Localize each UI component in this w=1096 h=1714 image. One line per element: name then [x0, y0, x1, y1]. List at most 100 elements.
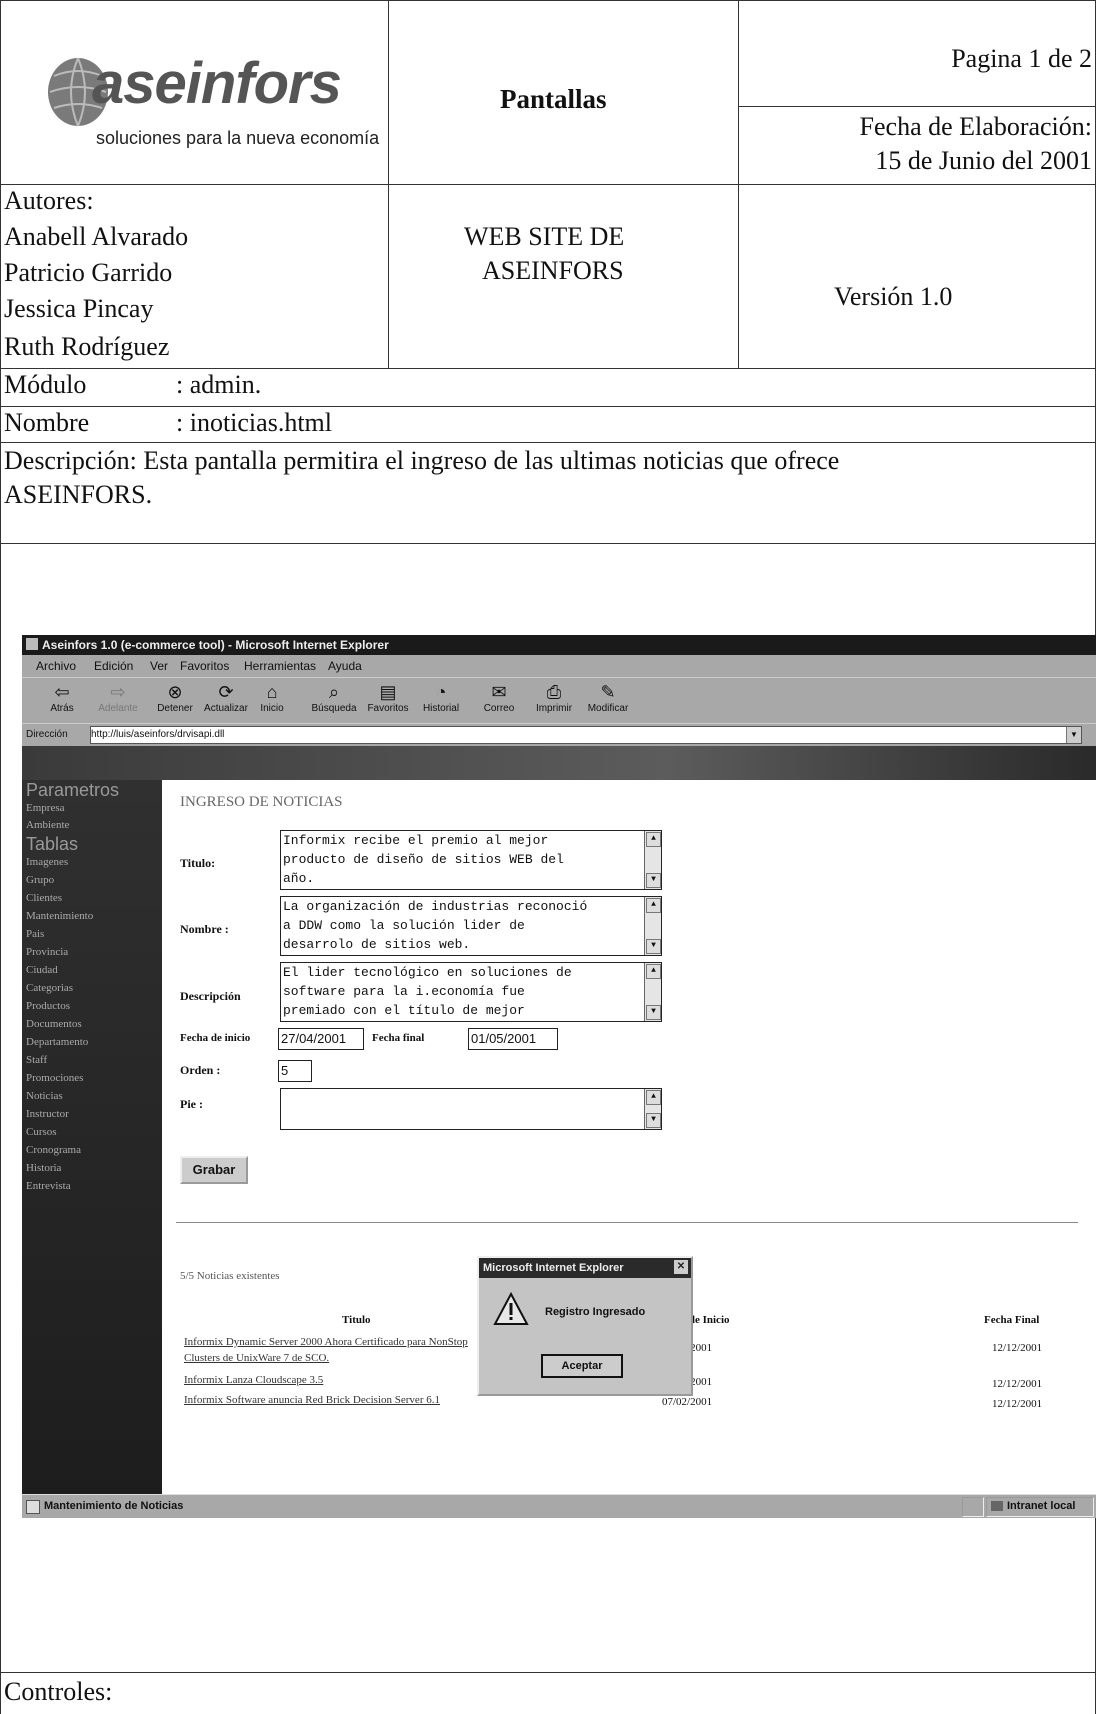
close-icon[interactable]: ✕ [674, 1260, 688, 1274]
sidebar-item[interactable]: Ciudad [26, 964, 58, 976]
scroll-up-icon[interactable]: ▲ [646, 832, 661, 847]
scroll-down-icon[interactable]: ▼ [646, 939, 661, 954]
sidebar-item[interactable]: Empresa [26, 802, 64, 814]
news-link[interactable]: Informix Dynamic Server 2000 Ahora Certi… [184, 1336, 468, 1348]
sidebar-item[interactable]: Pais [26, 928, 44, 940]
news-link[interactable]: Informix Lanza Cloudscape 3.5 [184, 1374, 323, 1386]
history-button[interactable]: ◔ Historial [416, 681, 466, 714]
print-button[interactable]: ⎙ Imprimir [532, 681, 576, 714]
search-label: Búsqueda [311, 703, 357, 714]
search-button[interactable]: ⌕ Búsqueda [308, 681, 360, 714]
sidebar-item[interactable]: Grupo [26, 874, 54, 886]
back-button[interactable]: ⇦ Atrás [42, 681, 82, 714]
sidebar-item[interactable]: Cursos [26, 1126, 57, 1138]
scroll-up-icon[interactable]: ▲ [646, 1090, 661, 1105]
sidebar-item[interactable]: Instructor [26, 1108, 69, 1120]
name-value: : inoticias.html [176, 408, 332, 437]
scrollbar[interactable]: ▲ ▼ [644, 1089, 661, 1129]
menu-herramientas[interactable]: Herramientas [244, 659, 316, 673]
scroll-down-icon[interactable]: ▼ [646, 873, 661, 888]
sidebar-item[interactable]: Clientes [26, 892, 62, 904]
titulo-value: Informix recibe el premio al mejor produ… [283, 833, 564, 886]
project-title-line2: ASEINFORS [482, 256, 624, 285]
intranet-icon [991, 1501, 1003, 1511]
grabar-button[interactable]: Grabar [180, 1156, 248, 1184]
logo-tagline: soluciones para la nueva economía [96, 128, 380, 148]
page-info: Pagina 1 de 2 [951, 44, 1092, 73]
sidebar-item[interactable]: Historia [26, 1162, 61, 1174]
scrollbar[interactable]: ▲ ▼ [644, 831, 661, 889]
row-divider-screen [0, 543, 1096, 544]
row-divider-authors [0, 184, 1096, 185]
edit-button[interactable]: ✎ Modificar [582, 681, 634, 714]
address-input[interactable]: http://luis/aseinfors/drvisapi.dll ▼ [90, 726, 1082, 744]
sidebar: Parametros Empresa Ambiente Tablas Image… [22, 780, 162, 1494]
row-divider-controls [0, 1672, 1096, 1673]
titulo-textarea[interactable]: Informix recibe el premio al mejor produ… [280, 830, 662, 890]
menu-ayuda[interactable]: Ayuda [328, 659, 362, 673]
forward-arrow-icon: ⇨ [110, 682, 126, 702]
sidebar-item[interactable]: Cronograma [26, 1144, 81, 1156]
sidebar-item[interactable]: Categorias [26, 982, 73, 994]
news-link[interactable]: Informix Software anuncia Red Brick Deci… [184, 1394, 440, 1406]
refresh-button[interactable]: ⟳ Actualizar [200, 681, 252, 714]
scrollbar[interactable]: ▲ ▼ [644, 897, 661, 955]
alert-dialog: Microsoft Internet Explorer ✕ Registro I… [477, 1256, 693, 1396]
row-divider-name [0, 406, 1096, 407]
nombre-textarea[interactable]: La organización de industrias reconoció … [280, 896, 662, 956]
sidebar-item[interactable]: Promociones [26, 1072, 83, 1084]
descripcion-textarea[interactable]: El lider tecnológico en soluciones de so… [280, 962, 662, 1022]
menu-archivo[interactable]: Archivo [36, 659, 76, 673]
form-heading: INGRESO DE NOTICIAS [180, 794, 343, 810]
sidebar-item[interactable]: Noticias [26, 1090, 63, 1102]
menu-ver[interactable]: Ver [150, 659, 168, 673]
chevron-down-icon[interactable]: ▼ [1066, 727, 1081, 743]
dialog-message: Registro Ingresado [545, 1306, 646, 1318]
document-page: aseinfors soluciones para la nueva econo… [0, 0, 1096, 1714]
favorites-button[interactable]: ▤ Favoritos [362, 681, 414, 714]
fecha-inicio-label: Fecha de inicio [180, 1032, 251, 1044]
date-value: 15 de Junio del 2001 [875, 146, 1092, 175]
pie-label: Pie : [180, 1097, 203, 1111]
edit-icon: ✎ [600, 682, 616, 702]
sidebar-item[interactable]: Imagenes [26, 856, 68, 868]
home-button[interactable]: ⌂ Inicio [252, 681, 292, 714]
forward-button[interactable]: ⇨ Adelante [94, 681, 142, 714]
print-label: Imprimir [535, 703, 573, 714]
mail-button[interactable]: ✉ Correo [478, 681, 520, 714]
menu-favoritos[interactable]: Favoritos [180, 659, 229, 673]
controls-label: Controles: [4, 1677, 113, 1706]
aceptar-button[interactable]: Aceptar [541, 1354, 623, 1378]
news-link-continued[interactable]: Clusters de UnixWare 7 de SCO. [184, 1352, 329, 1364]
refresh-icon: ⟳ [218, 682, 234, 702]
scroll-down-icon[interactable]: ▼ [646, 1113, 661, 1128]
sidebar-item[interactable]: Documentos [26, 1018, 82, 1030]
pie-textarea[interactable]: ▲ ▼ [280, 1088, 662, 1130]
sidebar-item[interactable]: Departamento [26, 1036, 88, 1048]
sidebar-item[interactable]: Mantenimiento [26, 910, 93, 922]
sidebar-item[interactable]: Ambiente [26, 819, 69, 831]
mail-label: Correo [483, 703, 515, 714]
sidebar-item[interactable]: Entrevista [26, 1180, 71, 1192]
scroll-up-icon[interactable]: ▲ [646, 898, 661, 913]
menu-edicion[interactable]: Edición [94, 659, 133, 673]
module-value: : admin. [176, 370, 262, 399]
fecha-final-input[interactable]: 01/05/2001 [468, 1028, 558, 1050]
column-header-fecha-final: Fecha Final [984, 1314, 1040, 1326]
author-name: Ruth Rodríguez [4, 332, 170, 361]
scroll-up-icon[interactable]: ▲ [646, 964, 661, 979]
sidebar-item[interactable]: Provincia [26, 946, 68, 958]
dialog-titlebar: Microsoft Internet Explorer ✕ [479, 1258, 691, 1278]
end-date: 12/12/2001 [992, 1378, 1043, 1390]
status-text: Mantenimiento de Noticias [44, 1500, 184, 1512]
fecha-inicio-input[interactable]: 27/04/2001 [278, 1028, 364, 1050]
scroll-down-icon[interactable]: ▼ [646, 1005, 661, 1020]
fecha-final-label: Fecha final [372, 1032, 425, 1044]
column-header-titulo: Titulo [342, 1314, 371, 1326]
start-date: 07/02/2001 [662, 1396, 713, 1408]
scrollbar[interactable]: ▲ ▼ [644, 963, 661, 1021]
sidebar-item[interactable]: Staff [26, 1054, 47, 1066]
sidebar-item[interactable]: Productos [26, 1000, 70, 1012]
orden-input[interactable]: 5 [278, 1060, 312, 1082]
stop-button[interactable]: ⊗ Detener [152, 681, 198, 714]
